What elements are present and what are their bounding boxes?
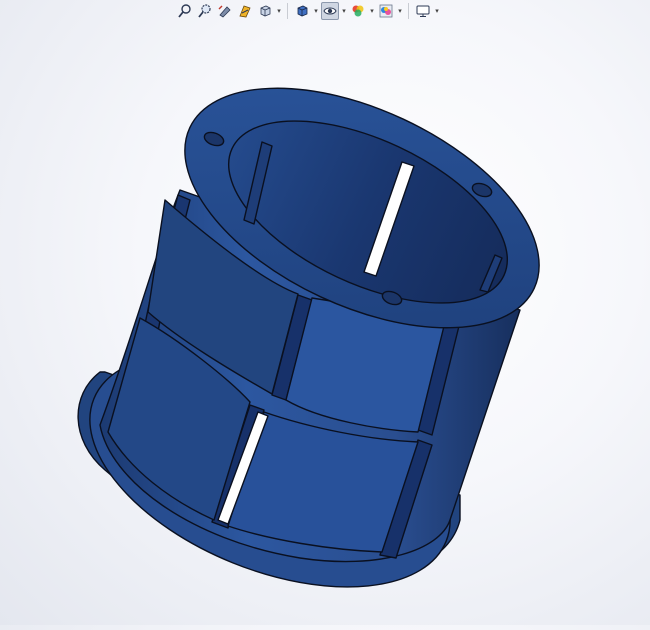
apply-scene-icon[interactable] [377,2,395,20]
hide-show-items-icon[interactable] [321,2,339,20]
heads-up-view-toolbar: ▾ ▾ ▾ ▾ ▾ ▾ [176,0,440,22]
toolbar-divider [287,3,288,19]
graphics-area[interactable] [0,0,650,625]
section-view-icon[interactable] [236,2,254,20]
view-orientation-dropdown-icon[interactable]: ▾ [276,2,282,20]
apply-scene-dropdown-icon[interactable]: ▾ [397,2,403,20]
edit-appearance-dropdown-icon[interactable]: ▾ [369,2,375,20]
display-style-icon[interactable] [293,2,311,20]
hide-show-items-dropdown-icon[interactable]: ▾ [341,2,347,20]
display-style-dropdown-icon[interactable]: ▾ [313,2,319,20]
previous-view-icon[interactable] [216,2,234,20]
zoom-to-fit-icon[interactable] [176,2,194,20]
view-settings-icon[interactable] [414,2,432,20]
toolbar-divider [408,3,409,19]
view-settings-dropdown-icon[interactable]: ▾ [434,2,440,20]
zoom-to-area-icon[interactable] [196,2,214,20]
cylindrical-part-model[interactable] [0,0,650,625]
edit-appearance-icon[interactable] [349,2,367,20]
view-orientation-icon[interactable] [256,2,274,20]
